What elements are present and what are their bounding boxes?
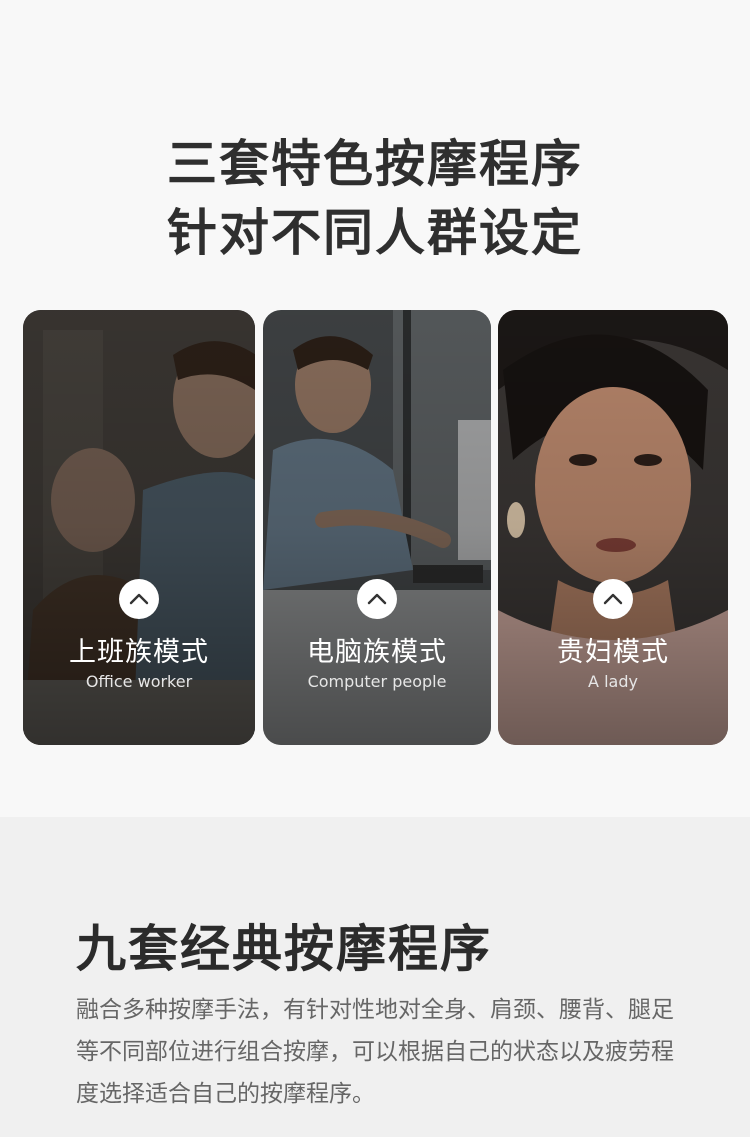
mode-title: 电脑族模式 — [307, 637, 447, 668]
mode-subtitle: Office worker — [85, 672, 193, 691]
headline-line-1: 三套特色按摩程序 — [167, 135, 583, 193]
mode-title: 上班族模式 — [69, 637, 209, 668]
programs-title: 九套经典按摩程序 — [76, 920, 492, 978]
programs-description: 融合多种按摩手法，有针对性地对全身、肩颈、腰背、腿足等不同部位进行组合按摩，可以… — [76, 997, 674, 1107]
mode-card-a-lady[interactable]: 贵妇模式 A lady — [498, 310, 728, 745]
mode-subtitle: A lady — [588, 672, 638, 691]
top-section: 三套特色按摩程序 针对不同人群设定 上班族模式 Office worker 电脑… — [0, 0, 750, 817]
mode-card-office-worker[interactable]: 上班族模式 Office worker — [23, 310, 255, 745]
mode-card-computer-people[interactable]: 电脑族模式 Computer people — [263, 310, 491, 745]
chevron-up-icon[interactable] — [593, 579, 633, 619]
headline-line-2: 针对不同人群设定 — [167, 204, 583, 262]
mode-title: 贵妇模式 — [557, 637, 669, 668]
chevron-up-icon[interactable] — [357, 579, 397, 619]
mode-subtitle: Computer people — [307, 672, 447, 691]
chevron-up-icon[interactable] — [119, 579, 159, 619]
programs-section: 九套经典按摩程序 融合多种按摩手法，有针对性地对全身、肩颈、腰背、腿足等不同部位… — [0, 817, 750, 1137]
